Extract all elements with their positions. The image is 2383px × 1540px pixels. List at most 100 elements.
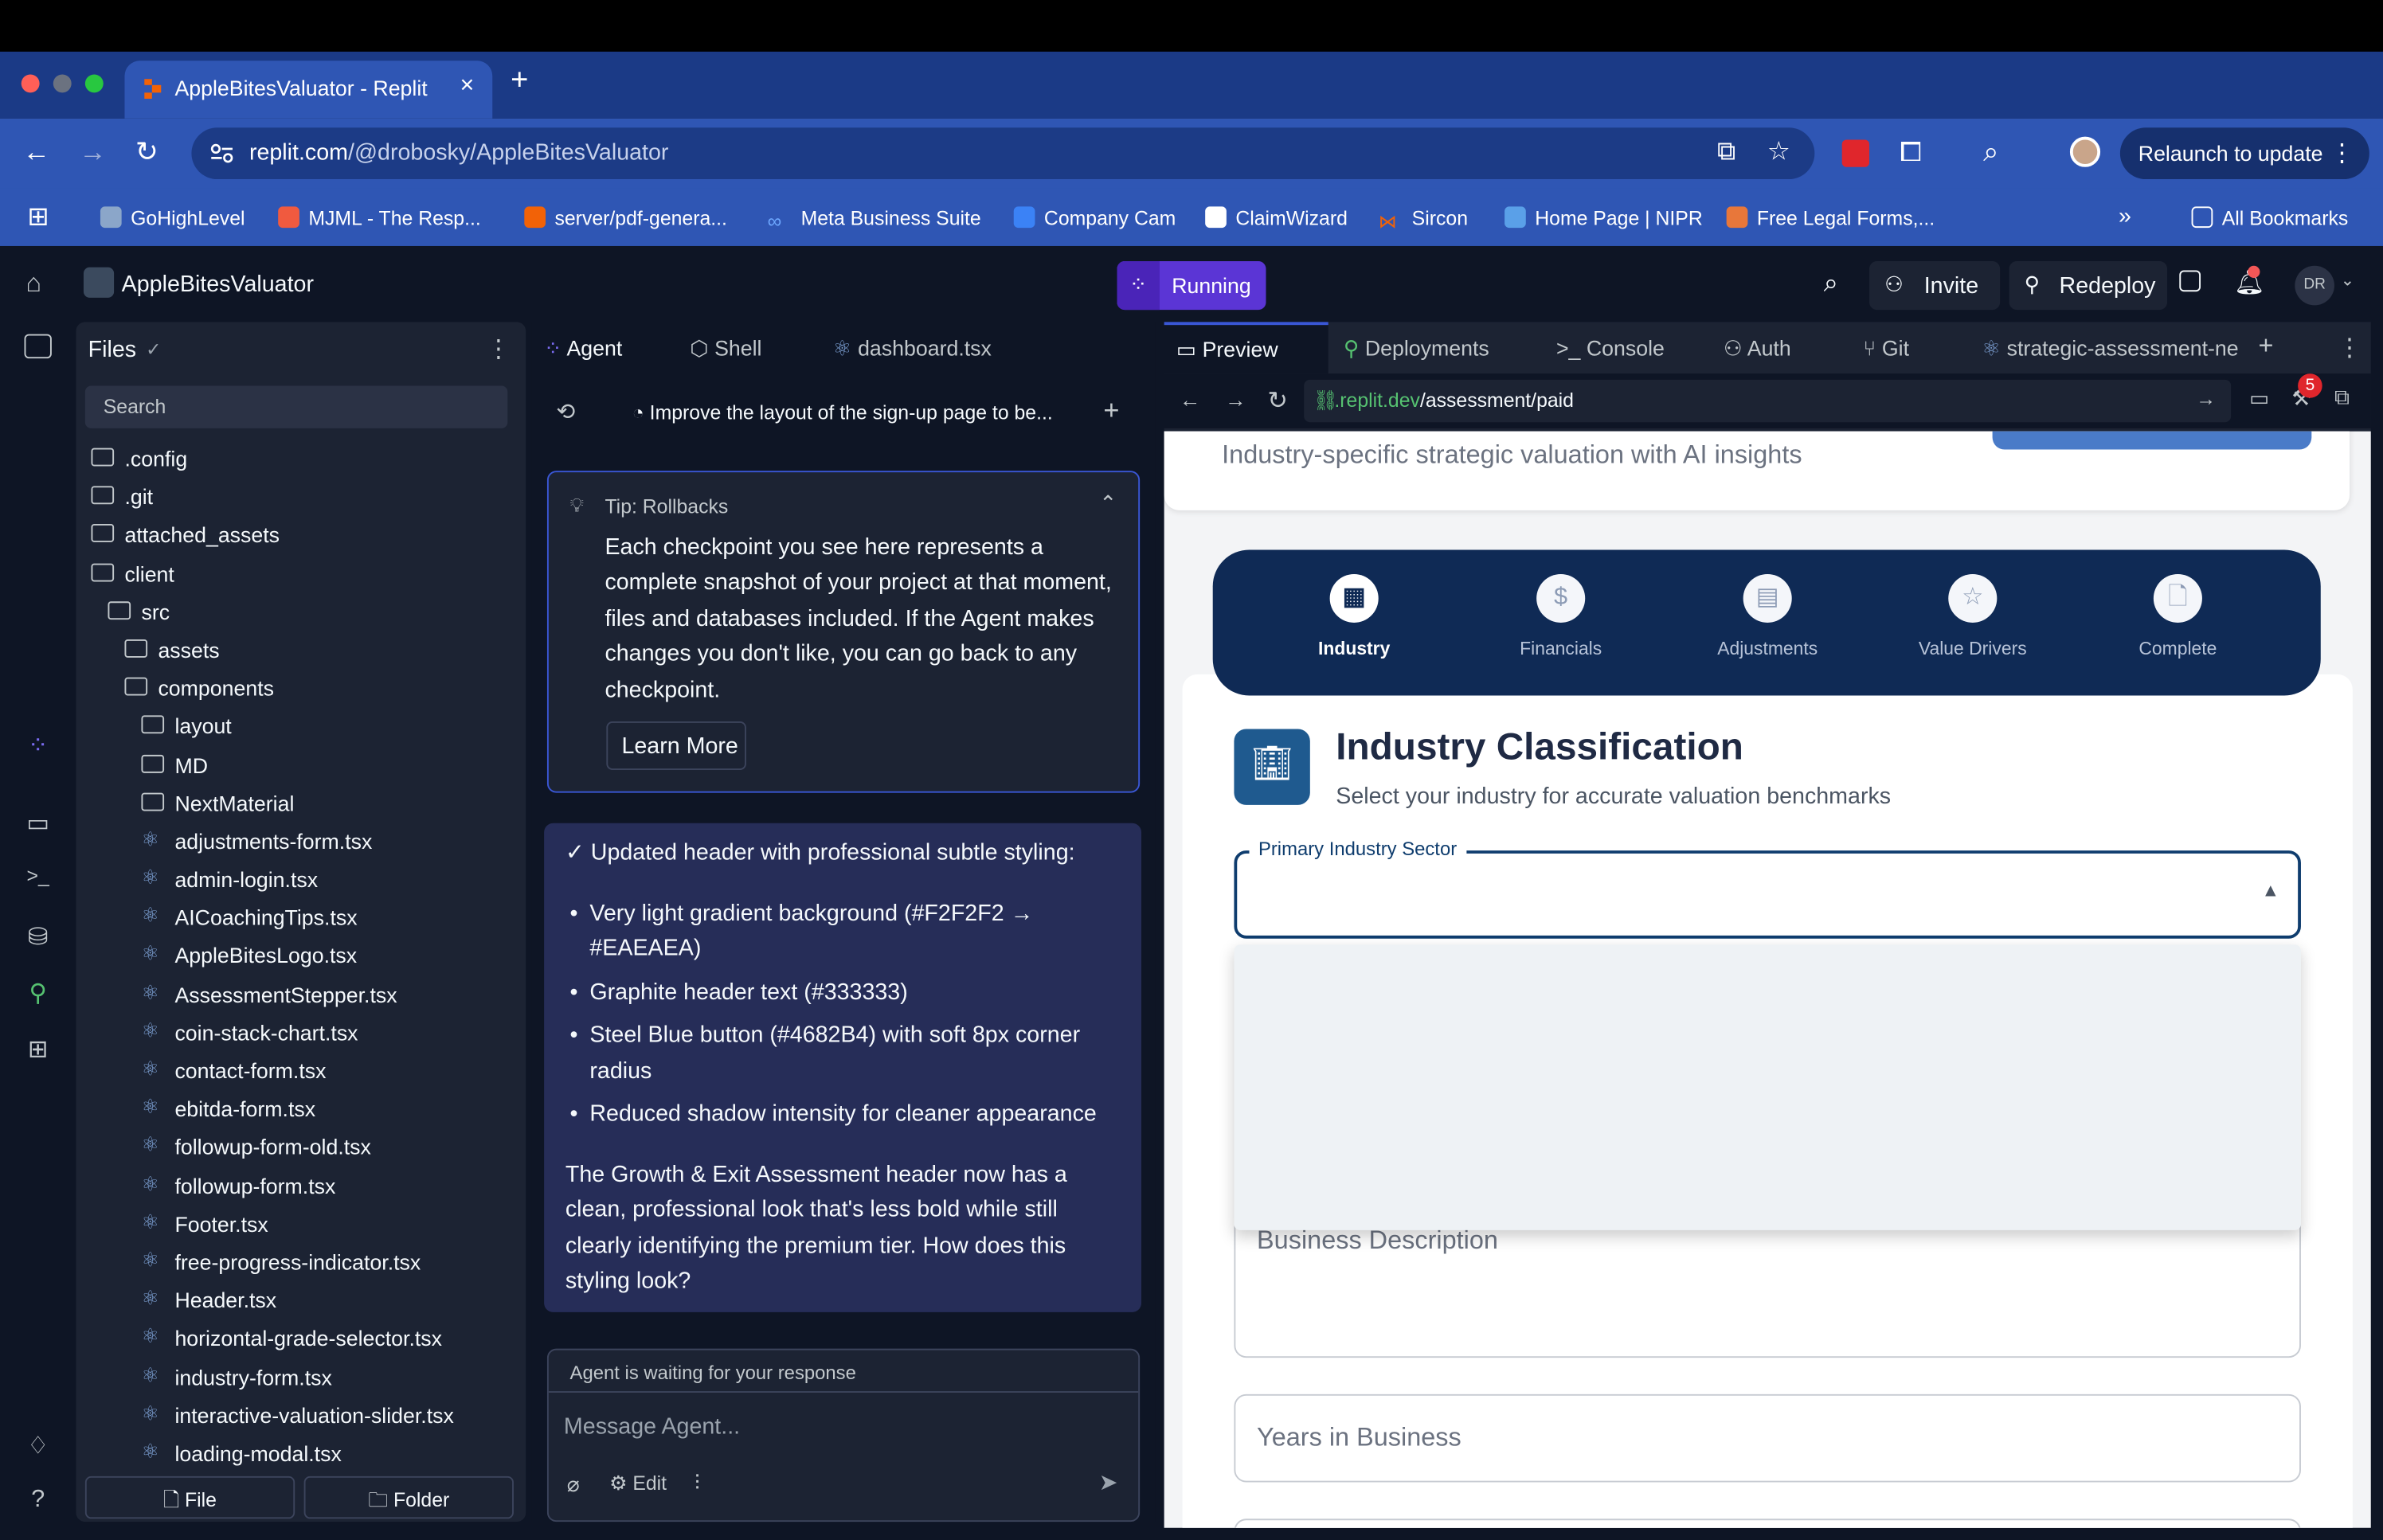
- step-complete[interactable]: 🗋︎ Complete: [2110, 573, 2247, 659]
- user-avatar[interactable]: DR: [2295, 265, 2334, 306]
- home-icon[interactable]: ⌂: [25, 269, 41, 299]
- tab-search-icon[interactable]: ⌕: [1983, 137, 1998, 169]
- go-arrow-icon[interactable]: →: [2196, 387, 2216, 410]
- tab-agent[interactable]: ⁘ Agent: [544, 336, 622, 362]
- years-in-business-field[interactable]: Years in Business: [1234, 1393, 2301, 1483]
- attach-paperclip-icon[interactable]: ⌀: [567, 1472, 580, 1497]
- agent-icon[interactable]: ⁘: [23, 730, 53, 760]
- tree-folder[interactable]: src: [76, 593, 526, 631]
- bookmark-star-icon[interactable]: ☆: [1767, 137, 1790, 167]
- bookmark-gohighlevel[interactable]: GoHighLevel: [100, 206, 245, 229]
- profile-avatar[interactable]: [2069, 136, 2101, 167]
- tree-folder[interactable]: .git: [76, 479, 526, 517]
- search-icon[interactable]: ⌕: [1824, 269, 1838, 299]
- bookmark-claimwizard[interactable]: ClaimWizard: [1205, 206, 1348, 229]
- preview-back-icon[interactable]: ←: [1180, 387, 1201, 412]
- open-new-window-icon[interactable]: ⧉: [2334, 385, 2350, 410]
- bookmark-mjml[interactable]: MJML - The Resp...: [278, 206, 481, 229]
- preview-monitor-icon[interactable]: ▭: [23, 808, 53, 838]
- tree-file[interactable]: ⚛ Header.tsx: [76, 1282, 526, 1320]
- bookmark-server-pdf[interactable]: server/pdf-genera...: [524, 206, 727, 229]
- tree-folder[interactable]: MD: [76, 746, 526, 784]
- address-bar[interactable]: replit.com/@drobosky/AppleBitesValuator …: [191, 127, 1815, 180]
- tab-auth[interactable]: ⚇ Auth: [1724, 336, 1791, 362]
- message-input[interactable]: Message Agent...: [564, 1414, 740, 1440]
- tree-file[interactable]: ⚛ AssessmentStepper.tsx: [76, 976, 526, 1014]
- tab-strategic-assessment[interactable]: ⚛ strategic-assessment-ne: [1982, 336, 2238, 362]
- all-tools-grid-icon[interactable]: ⊞: [23, 1034, 53, 1065]
- tab-dashboard-file[interactable]: ⚛ dashboard.tsx: [833, 336, 992, 362]
- learn-more-button[interactable]: Learn More: [606, 721, 746, 771]
- maximize-window-button[interactable]: [84, 74, 104, 93]
- tree-file[interactable]: ⚛ coin-stack-chart.tsx: [76, 1014, 526, 1053]
- close-tab-icon[interactable]: ×: [460, 73, 475, 100]
- project-name[interactable]: AppleBitesValuator: [122, 272, 314, 297]
- redeploy-button[interactable]: ⚲ Redeploy: [2009, 261, 2168, 311]
- preview-reload-icon[interactable]: ↻: [1267, 385, 1288, 416]
- relaunch-button[interactable]: Relaunch to update ⋮: [2119, 127, 2369, 180]
- browser-tab-active[interactable]: AppleBitesValuator - Replit ×: [124, 61, 493, 119]
- reload-icon[interactable]: ↻: [135, 137, 158, 169]
- next-field[interactable]: [1234, 1519, 2301, 1528]
- industry-dropdown-menu[interactable]: [1234, 944, 2301, 1230]
- files-search-input[interactable]: Search: [84, 385, 508, 428]
- history-icon[interactable]: ⟲: [556, 398, 575, 425]
- preview-address-input[interactable]: ⛓ .replit.dev/assessment/paid →: [1304, 379, 2232, 423]
- install-app-icon[interactable]: ⧉: [1717, 137, 1735, 167]
- bookmark-company-cam[interactable]: Company Cam: [1013, 206, 1176, 229]
- minimize-window-button[interactable]: [53, 74, 72, 93]
- tree-file[interactable]: ⚛ ebitda-form.tsx: [76, 1091, 526, 1129]
- pdf-extension-icon[interactable]: [1841, 139, 1870, 167]
- more-bookmarks-icon[interactable]: »: [2119, 204, 2131, 229]
- tree-file[interactable]: ⚛ loading-modal.tsx: [76, 1435, 526, 1473]
- tree-folder[interactable]: client: [76, 555, 526, 593]
- tree-file[interactable]: ⚛ horizontal-grade-selector.tsx: [76, 1320, 526, 1358]
- site-settings-icon[interactable]: [209, 143, 234, 164]
- tree-folder[interactable]: components: [76, 670, 526, 708]
- step-financials[interactable]: $ Financials: [1493, 573, 1630, 659]
- tab-git[interactable]: ⑂ Git: [1863, 336, 1909, 361]
- tree-file[interactable]: ⚛ admin-login.tsx: [76, 862, 526, 900]
- chrome-menu-icon[interactable]: ⋮: [2330, 139, 2354, 169]
- bookmark-meta-business[interactable]: ∞ Meta Business Suite: [768, 206, 981, 232]
- header-action-button[interactable]: [1992, 431, 2312, 450]
- primary-industry-select[interactable]: Primary Industry Sector ▲: [1234, 838, 2301, 939]
- extensions-puzzle-icon[interactable]: ⧠: [1900, 137, 1921, 169]
- tree-folder[interactable]: layout: [76, 708, 526, 746]
- collapse-chevron-icon[interactable]: ⌃: [1099, 491, 1117, 516]
- new-folder-button[interactable]: 🗀︎ Folder: [303, 1476, 514, 1519]
- tree-file[interactable]: ⚛ followup-form-old.tsx: [76, 1129, 526, 1167]
- thread-title[interactable]: ◔ Improve the layout of the sign-up page…: [632, 401, 1053, 424]
- new-thread-icon[interactable]: +: [1103, 395, 1119, 427]
- files-menu-icon[interactable]: ⋮: [487, 334, 511, 365]
- apps-grid-icon[interactable]: ⊞: [27, 202, 49, 233]
- file-tree-icon[interactable]: [24, 334, 52, 359]
- new-file-button[interactable]: 🗋︎ File: [84, 1476, 295, 1519]
- step-value-drivers[interactable]: ☆ Value Drivers: [1904, 573, 2041, 659]
- step-industry[interactable]: ▦ Industry: [1285, 573, 1422, 659]
- devices-icon[interactable]: ▭: [2249, 385, 2269, 411]
- tab-deployments[interactable]: ⚲ Deployments: [1344, 336, 1489, 362]
- add-tab-icon[interactable]: +: [2259, 331, 2274, 362]
- copy-icon[interactable]: [2179, 270, 2201, 292]
- tree-file[interactable]: ⚛ AppleBitesLogo.tsx: [76, 938, 526, 976]
- sliders-icon[interactable]: ⫶: [695, 1470, 700, 1495]
- close-window-button[interactable]: [21, 74, 40, 93]
- tree-folder[interactable]: assets: [76, 631, 526, 670]
- new-tab-button[interactable]: +: [511, 64, 528, 99]
- edit-mode-button[interactable]: ⚙ Edit: [609, 1472, 667, 1496]
- tree-folder[interactable]: attached_assets: [76, 517, 526, 555]
- forward-arrow-icon[interactable]: →: [79, 137, 106, 169]
- back-arrow-icon[interactable]: ←: [23, 137, 50, 169]
- tab-console[interactable]: >_ Console: [1556, 336, 1665, 361]
- panel-menu-icon[interactable]: ⋮: [2338, 333, 2362, 363]
- tree-file[interactable]: ⚛ free-progress-indicator.tsx: [76, 1244, 526, 1282]
- tab-shell[interactable]: ⬡ Shell: [690, 336, 761, 362]
- run-button[interactable]: ⁘ Running: [1117, 261, 1266, 311]
- tree-file[interactable]: ⚛ followup-form.tsx: [76, 1167, 526, 1206]
- shell-icon[interactable]: >_: [23, 864, 53, 894]
- tree-folder[interactable]: NextMaterial: [76, 784, 526, 823]
- tree-file[interactable]: ⚛ contact-form.tsx: [76, 1053, 526, 1091]
- invite-button[interactable]: ⚇ Invite: [1869, 261, 2001, 311]
- alerts-icon[interactable]: ♢: [23, 1431, 53, 1461]
